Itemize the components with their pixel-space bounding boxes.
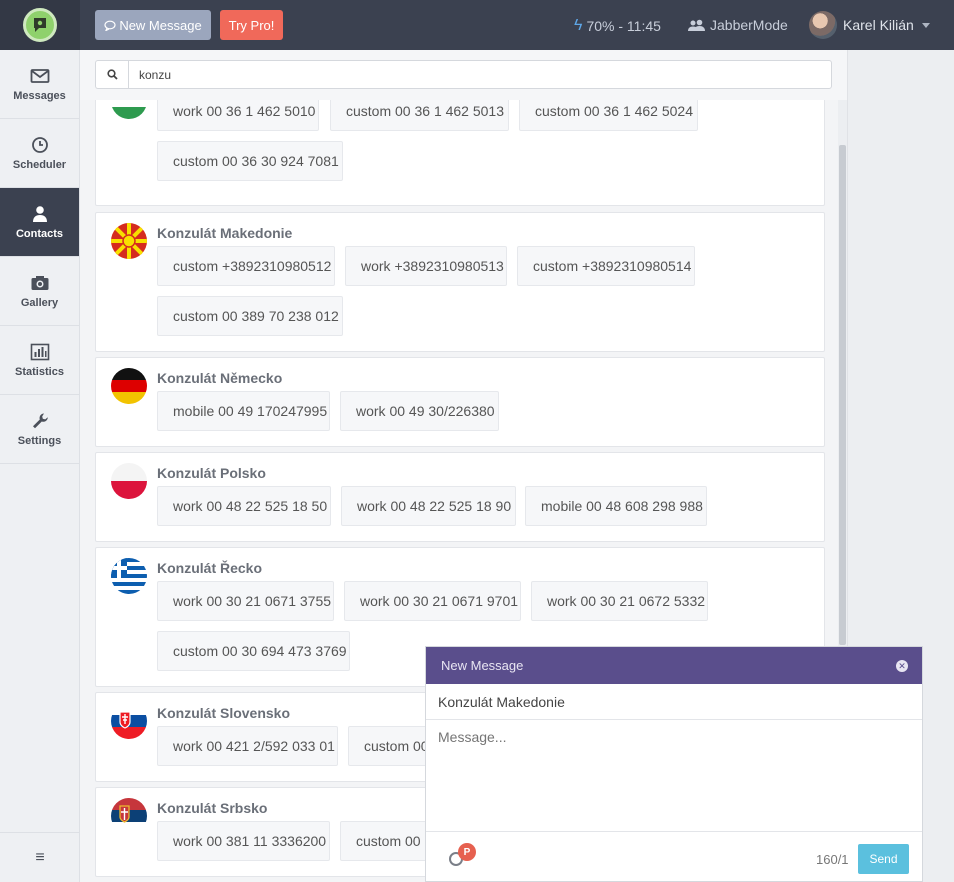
sidebar-item-label: Statistics [15,365,64,378]
flag-icon [111,463,147,499]
phone-chip[interactable]: custom +3892310980514 [517,246,695,286]
wrench-icon [32,413,48,428]
phone-chip[interactable]: work 00 421 2/592 033 01 [157,726,338,766]
new-message-label: New Message [119,17,202,33]
logo-icon [23,8,57,42]
top-bar: New Message Try Pro! ϟ 70% - 11:45 Jabbe… [0,0,954,50]
contact-card[interactable]: Konzulát Polsko work 00 48 22 525 18 50 … [95,452,825,542]
users-icon [688,19,705,31]
flag-icon [111,223,147,259]
chat-bubble-icon [104,20,116,31]
contact-name: Konzulát Makedonie [157,225,293,241]
battery-status: ϟ 70% - 11:45 [574,17,661,35]
message-input[interactable] [426,720,922,832]
compose-title: New Message [441,658,524,673]
flag-icon [111,798,147,834]
close-icon[interactable]: ✕ [896,660,908,672]
contact-name: Konzulát Polsko [157,465,266,481]
phone-chip[interactable]: work +3892310980513 [345,246,507,286]
phone-chip[interactable]: work 00 381 11 3336200 [157,821,330,861]
flag-icon [111,368,147,404]
phone-chip[interactable]: work 00 30 21 0671 3755 [157,581,334,621]
flag-icon [111,558,147,594]
bolt-icon: ϟ [574,17,583,34]
sidebar-item-label: Contacts [15,227,64,240]
clock-icon [31,136,48,153]
menu-toggle[interactable]: ≡ [0,832,80,882]
jabber-mode-toggle[interactable]: JabberMode [688,17,788,33]
phone-chip[interactable]: work 00 49 30/226380 [340,391,499,431]
new-message-button[interactable]: New Message [95,10,211,40]
sidebar-item-label: Settings [17,434,62,447]
sidebar-item-statistics[interactable]: Statistics [0,326,79,395]
recipient-field[interactable]: Konzulát Makedonie [426,684,922,720]
bar-chart-icon [30,343,49,360]
battery-time: 70% - 11:45 [586,18,661,34]
phone-chip[interactable]: custom 00 389 70 238 012 [157,296,343,336]
char-counter: 160/1 [816,852,849,867]
search-button[interactable] [95,60,128,89]
camera-icon [31,275,48,290]
phone-chip[interactable]: custom 00 36 1 462 5024 [519,100,698,131]
phone-chip[interactable]: custom +3892310980512 [157,246,335,286]
sidebar-item-settings[interactable]: Settings [0,395,79,464]
contact-name: Konzulát Slovensko [157,705,291,721]
sidebar-item-label: Scheduler [12,158,67,171]
flag-icon [111,703,147,739]
envelope-icon [30,68,49,83]
sidebar: Messages Scheduler Contacts Gallery Stat… [0,50,80,882]
contact-name: Konzulát Německo [157,370,283,386]
user-menu[interactable]: Karel Kilián [809,11,930,39]
sidebar-item-contacts[interactable]: Contacts [0,188,79,257]
sidebar-item-messages[interactable]: Messages [0,50,79,119]
try-pro-button[interactable]: Try Pro! [220,10,283,40]
mode-label: JabberMode [710,17,788,33]
search-input[interactable] [128,60,832,89]
contact-name: Konzulát Srbsko [157,800,268,816]
phone-chip[interactable]: custom 00 36 1 462 5013 [330,100,509,131]
phone-chip[interactable]: work 00 36 1 462 5010 [157,100,319,131]
contact-card[interactable]: Konzulát Německo mobile 00 49 170247995 … [95,357,825,447]
contact-name: Konzulát Řecko [157,560,263,576]
compose-footer: P 160/1 Send [426,832,922,882]
phone-chip[interactable]: work 00 48 22 525 18 90 [341,486,516,526]
avatar [809,11,837,39]
phone-chip[interactable]: work 00 30 21 0671 9701 [344,581,521,621]
hamburger-icon: ≡ [35,848,45,866]
phone-chip[interactable]: custom 00 36 30 924 7081 [157,141,343,181]
sidebar-item-gallery[interactable]: Gallery [0,257,79,326]
contact-card[interactable]: work 00 36 1 462 5010 custom 00 36 1 462… [95,100,825,206]
sidebar-item-label: Messages [13,89,66,102]
phone-chip[interactable]: mobile 00 49 170247995 [157,391,330,431]
caret-down-icon [921,22,930,28]
search-bar [80,50,847,100]
phone-chip[interactable]: custom 00 30 694 473 3769 [157,631,350,671]
send-button[interactable]: Send [858,844,909,874]
user-name: Karel Kilián [843,17,914,33]
compose-header: New Message ✕ [426,647,922,684]
sidebar-item-scheduler[interactable]: Scheduler [0,119,79,188]
search-icon [106,69,118,80]
phone-chip[interactable]: work 00 30 21 0672 5332 [531,581,708,621]
compose-window: New Message ✕ Konzulát Makedonie P 160/1… [425,646,923,882]
user-icon [32,205,47,222]
sidebar-item-label: Gallery [20,296,59,309]
flag-icon [111,100,147,119]
scrollbar-thumb[interactable] [839,145,846,645]
scrollbar[interactable] [838,100,847,648]
app-logo[interactable] [0,0,80,50]
phone-chip[interactable]: mobile 00 48 608 298 988 [525,486,707,526]
contact-card[interactable]: Konzulát Makedonie custom +3892310980512… [95,212,825,352]
phone-chip[interactable]: work 00 48 22 525 18 50 [157,486,331,526]
priority-badge[interactable]: P [458,843,476,861]
